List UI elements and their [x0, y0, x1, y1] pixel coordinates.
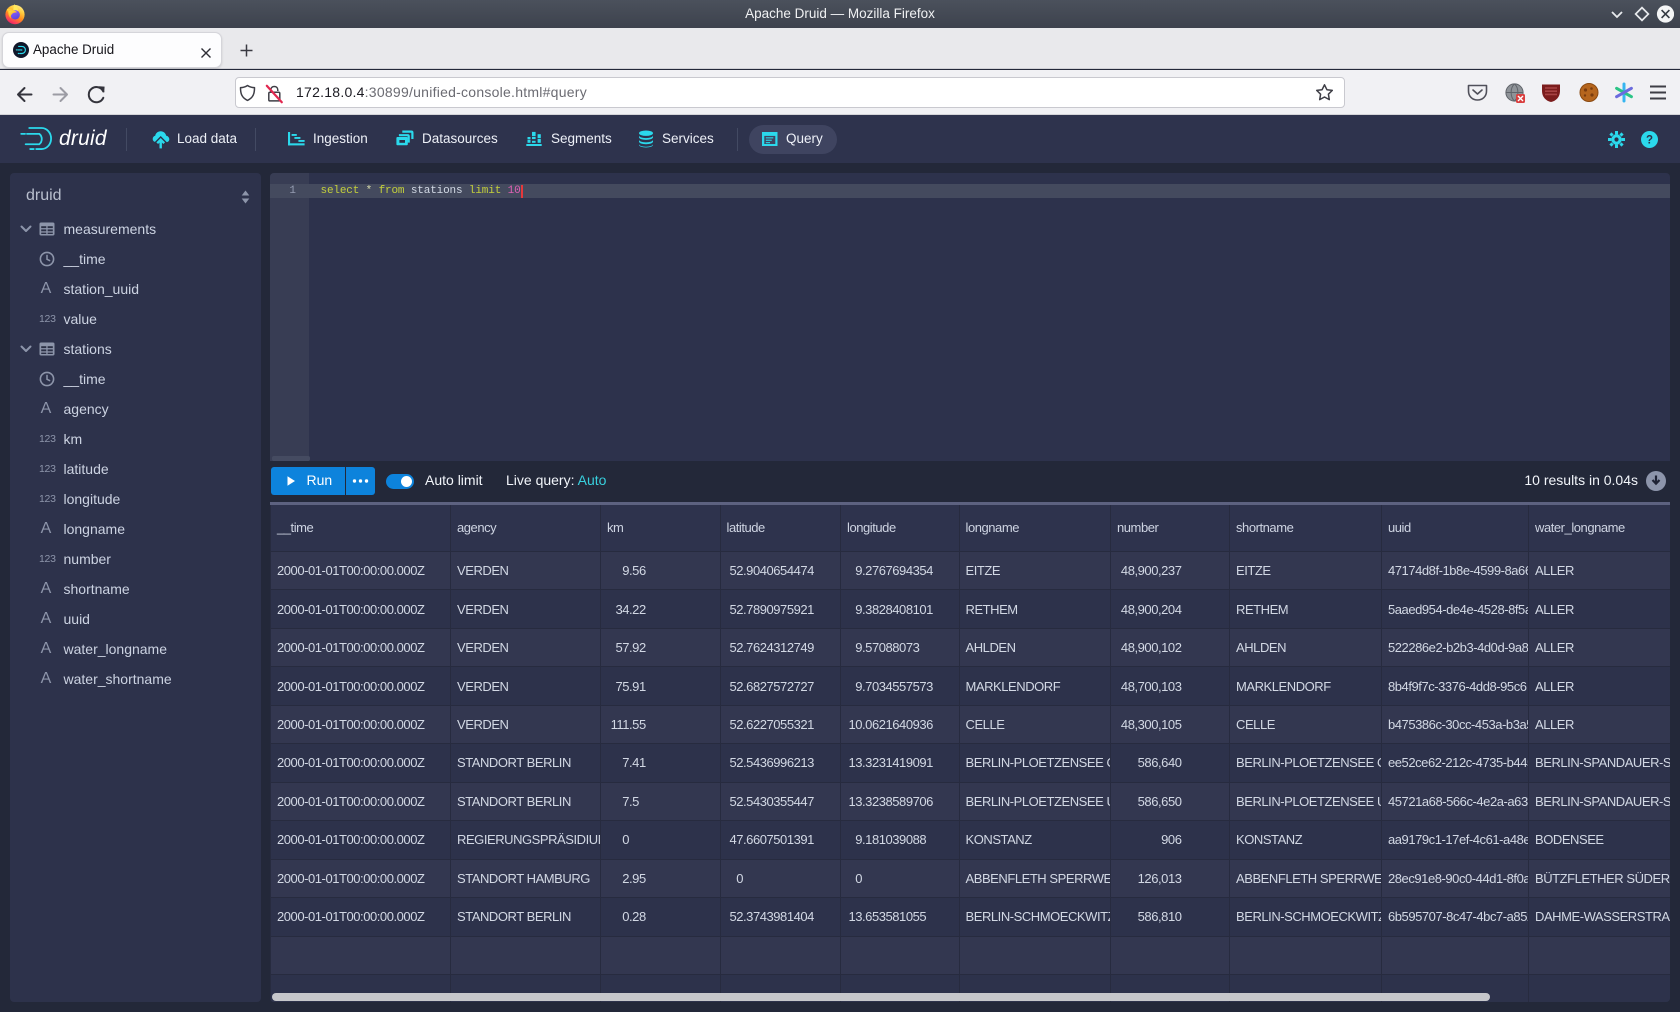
svg-text:?: ? [1646, 134, 1653, 146]
